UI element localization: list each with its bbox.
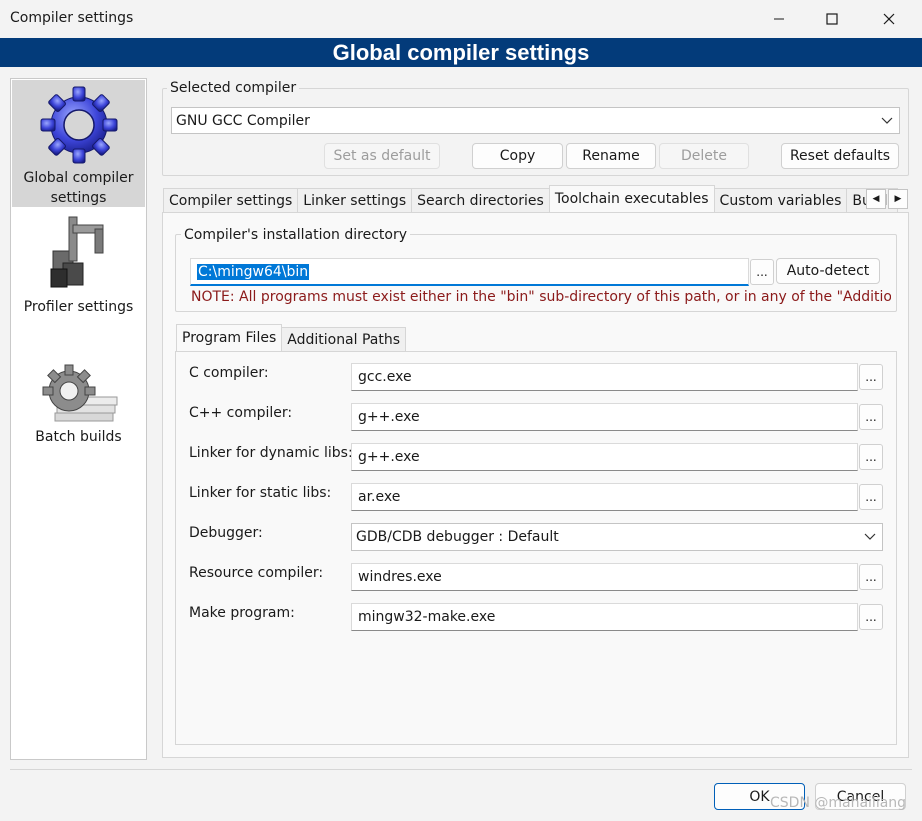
minimize-button[interactable] xyxy=(756,0,802,38)
install-dir-input[interactable]: C:\mingw64\bin xyxy=(190,258,749,286)
profiler-icon xyxy=(50,216,104,288)
tab-linker-settings[interactable]: Linker settings xyxy=(297,188,413,212)
debugger-select-value: GDB/CDB debugger : Default xyxy=(356,529,559,545)
group-label: Selected compiler xyxy=(167,80,300,96)
compiler-select[interactable]: GNU GCC Compiler xyxy=(171,107,900,134)
dynamic-linker-input[interactable]: g++.exe xyxy=(351,443,858,471)
field-value: g++.exe xyxy=(358,449,420,465)
delete-button[interactable]: Delete xyxy=(659,143,749,169)
c-compiler-browse-button[interactable]: ... xyxy=(859,364,883,390)
c-compiler-input[interactable]: gcc.exe xyxy=(351,363,858,391)
tab-toolchain-executables[interactable]: Toolchain executables xyxy=(548,185,715,212)
title-bar: Compiler settings xyxy=(0,0,922,38)
tab-custom-variables[interactable]: Custom variables xyxy=(713,188,848,212)
debugger-select[interactable]: GDB/CDB debugger : Default xyxy=(351,523,883,551)
sidebar-item-label: Batch builds xyxy=(35,429,122,445)
sidebar-item-label: settings xyxy=(50,190,107,206)
auto-detect-button[interactable]: Auto-detect xyxy=(776,258,880,284)
minimize-icon xyxy=(774,18,784,20)
install-dir-value: C:\mingw64\bin xyxy=(197,263,310,280)
tab-compiler-settings[interactable]: Compiler settings xyxy=(163,188,299,212)
install-dir-browse-button[interactable]: ... xyxy=(750,259,774,285)
field-value: mingw32-make.exe xyxy=(358,609,496,625)
close-button[interactable] xyxy=(866,0,912,38)
reset-defaults-button[interactable]: Reset defaults xyxy=(781,143,899,169)
maximize-icon xyxy=(826,13,838,25)
cpp-compiler-input[interactable]: g++.exe xyxy=(351,403,858,431)
static-linker-input[interactable]: ar.exe xyxy=(351,483,858,511)
debugger-label: Debugger: xyxy=(189,525,263,541)
sidebar-item-label: Profiler settings xyxy=(23,299,134,315)
static-linker-browse-button[interactable]: ... xyxy=(859,484,883,510)
rename-button[interactable]: Rename xyxy=(566,143,656,169)
make-program-input[interactable]: mingw32-make.exe xyxy=(351,603,858,631)
footer-divider xyxy=(10,769,912,770)
group-label: Compiler's installation directory xyxy=(181,227,410,243)
copy-button[interactable]: Copy xyxy=(472,143,563,169)
field-value: g++.exe xyxy=(358,409,420,425)
c-compiler-label: C compiler: xyxy=(189,365,269,381)
dynamic-linker-browse-button[interactable]: ... xyxy=(859,444,883,470)
page-banner: Global compiler settings xyxy=(0,38,922,67)
make-program-label: Make program: xyxy=(189,605,295,621)
tab-search-directories[interactable]: Search directories xyxy=(411,188,550,212)
field-value: ar.exe xyxy=(358,489,401,505)
settings-tabs: Compiler settings Linker settings Search… xyxy=(163,185,899,212)
chevron-down-icon xyxy=(881,117,893,124)
resource-compiler-input[interactable]: windres.exe xyxy=(351,563,858,591)
field-value: gcc.exe xyxy=(358,369,412,385)
watermark: CSDN @mahailiang xyxy=(770,795,907,811)
chevron-down-icon xyxy=(864,533,876,540)
sidebar: Global compiler settings Profiler settin… xyxy=(10,78,147,760)
batch-gear-icon xyxy=(42,364,118,422)
program-subtabs: Program Files Additional Paths xyxy=(176,324,407,351)
resource-compiler-label: Resource compiler: xyxy=(189,565,324,581)
cpp-compiler-browse-button[interactable]: ... xyxy=(859,404,883,430)
resource-compiler-browse-button[interactable]: ... xyxy=(859,564,883,590)
field-value: windres.exe xyxy=(358,569,442,585)
tabs-scroll-right-button[interactable]: ▶ xyxy=(888,189,908,209)
sidebar-item-global-compiler[interactable]: Global compiler settings xyxy=(12,80,145,207)
static-linker-label: Linker for static libs: xyxy=(189,485,332,501)
sidebar-item-label: Global compiler xyxy=(23,170,134,186)
sidebar-item-batch-builds[interactable]: Batch builds xyxy=(12,355,145,455)
arrow-left-icon: ◀ xyxy=(872,194,880,204)
set-as-default-button[interactable]: Set as default xyxy=(324,143,440,169)
compiler-select-value: GNU GCC Compiler xyxy=(176,112,310,129)
close-icon xyxy=(883,13,895,25)
maximize-button[interactable] xyxy=(809,0,855,38)
sidebar-item-profiler[interactable]: Profiler settings xyxy=(12,213,145,325)
make-program-browse-button[interactable]: ... xyxy=(859,604,883,630)
window-title: Compiler settings xyxy=(10,10,134,26)
dynamic-linker-label: Linker for dynamic libs: xyxy=(189,445,353,461)
arrow-right-icon: ▶ xyxy=(894,194,902,204)
cpp-compiler-label: C++ compiler: xyxy=(189,405,293,421)
install-dir-note: NOTE: All programs must exist either in … xyxy=(191,289,891,305)
tab-program-files[interactable]: Program Files xyxy=(176,324,283,351)
tabs-scroll-left-button[interactable]: ◀ xyxy=(866,189,886,209)
gear-icon xyxy=(40,86,118,164)
tab-additional-paths[interactable]: Additional Paths xyxy=(281,327,407,351)
